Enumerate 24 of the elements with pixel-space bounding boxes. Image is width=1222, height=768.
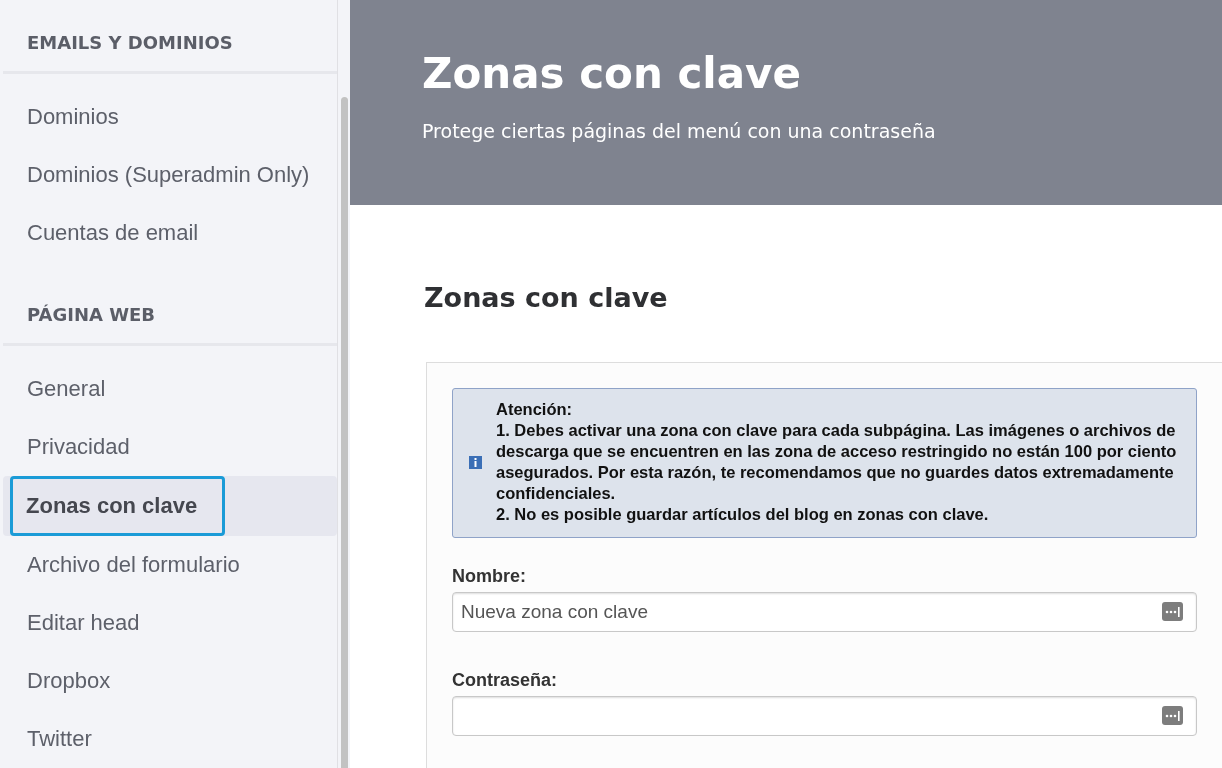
scrollbar[interactable]: [337, 0, 350, 768]
sidebar-item[interactable]: Dominios: [3, 88, 119, 146]
field-label: Contraseña:: [452, 670, 559, 691]
section-heading: EMAILS Y DOMINIOS: [26, 31, 234, 55]
notice-text: Atención: 1. Debes activar una zona con clave para cada subpágina. Las imágenes o archivos de descarga que se encuentren en las zona de acceso restringido no están 100 por ciento asegurados. Por esta razón, te recomendamos que no guardes datos extremadamente confidenciales. 2. No es posible guardar artículos del blog en zonas con clave.: [496, 399, 1178, 525]
sidebar-item[interactable]: Privacidad: [3, 418, 130, 476]
page-title: Zonas con clave: [422, 48, 802, 100]
field-label: Nombre:: [452, 566, 527, 587]
info-icon: [469, 455, 482, 469]
input-field[interactable]: [452, 696, 1197, 736]
input-field[interactable]: Nueva zona con clave: [452, 592, 1197, 632]
sidebar-item[interactable]: General: [3, 360, 106, 418]
sidebar-item[interactable]: Dropbox: [3, 652, 111, 710]
sidebar-item[interactable]: Cuentas de email: [3, 204, 199, 262]
password-manager-icon[interactable]: [1162, 602, 1183, 621]
section-heading: PÁGINA WEB: [26, 303, 157, 327]
section-title: Zonas con clave: [424, 281, 669, 315]
page-subtitle: Protege ciertas páginas del menú con una contraseña: [422, 120, 936, 142]
sidebar-item[interactable]: Archivo del formulario: [3, 536, 240, 594]
password-manager-icon[interactable]: [1162, 706, 1183, 725]
sidebar-item[interactable]: Editar head: [3, 594, 140, 652]
sidebar-item[interactable]: Dominios (Superadmin Only): [3, 146, 310, 204]
sidebar-item[interactable]: Twitter: [3, 710, 92, 768]
sidebar-item[interactable]: Zonas con clave: [10, 476, 226, 536]
